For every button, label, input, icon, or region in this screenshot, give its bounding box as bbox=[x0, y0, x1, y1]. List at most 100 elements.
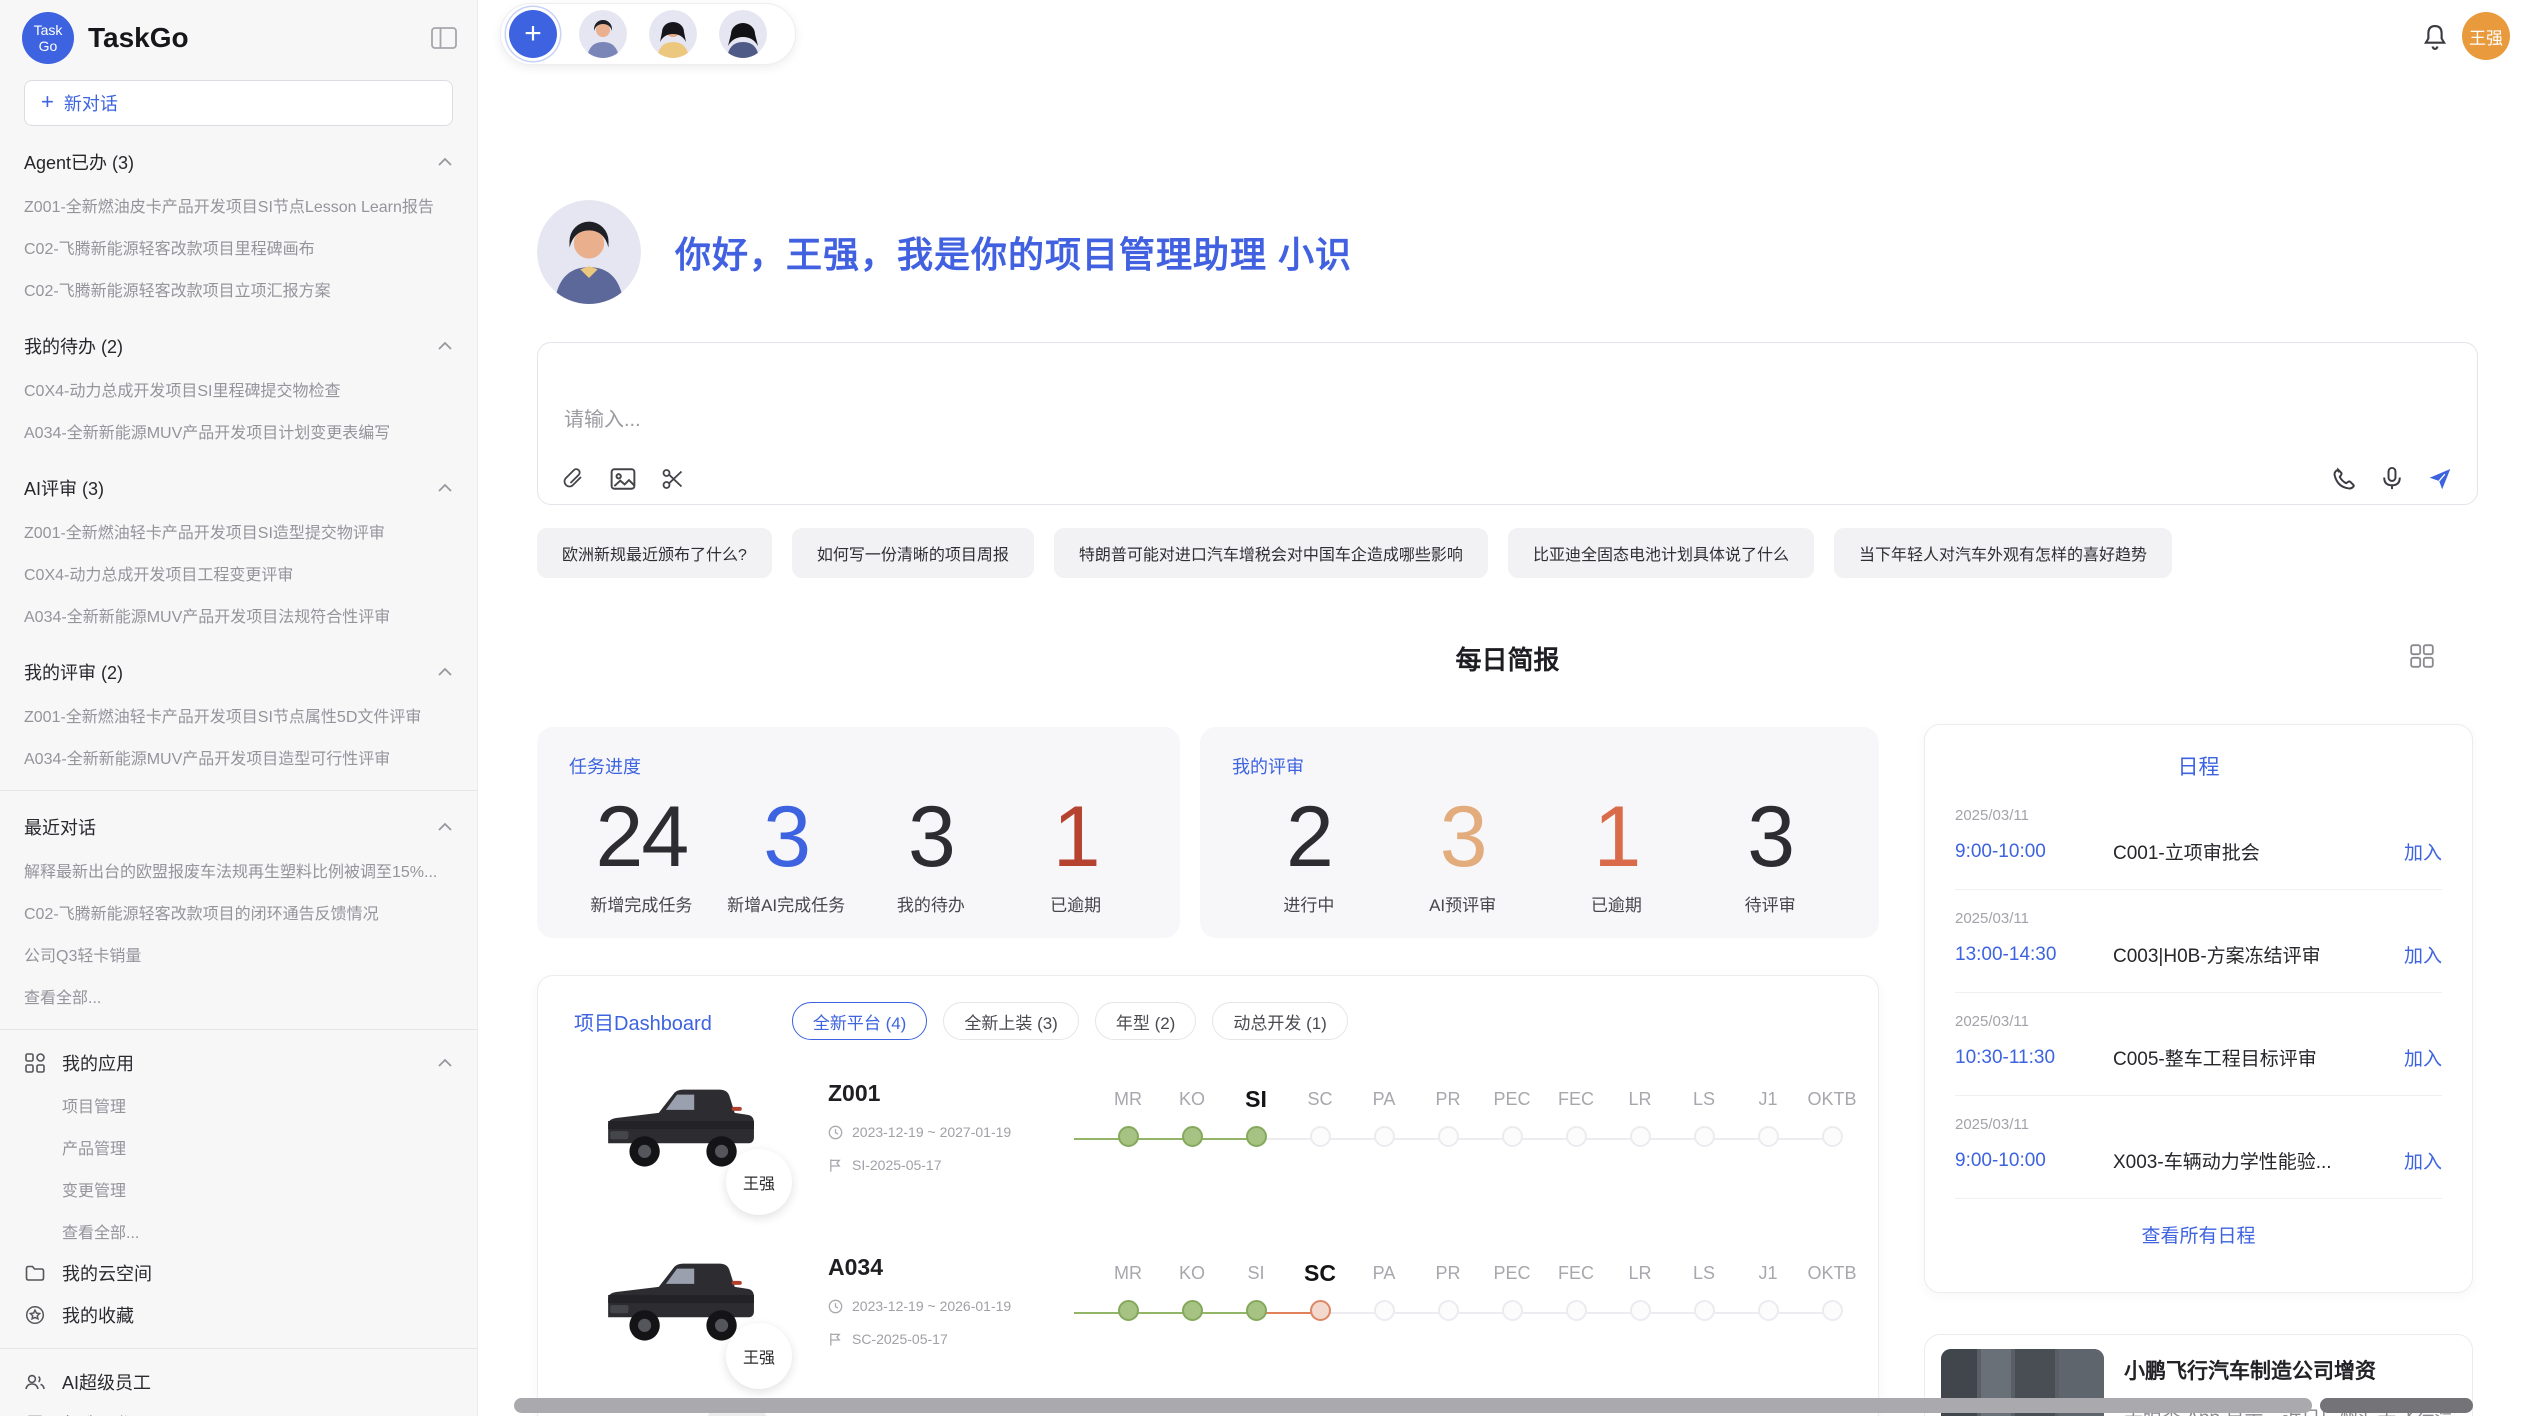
assistant-avatar-2[interactable] bbox=[649, 10, 697, 58]
attachment-icon[interactable] bbox=[560, 466, 586, 492]
milestone-timeline: MRKOSISCPAPRPECFECLRLSJ1OKTB bbox=[1096, 1234, 1864, 1326]
recent-chat-item[interactable]: 公司Q3轻卡销量 bbox=[24, 933, 453, 975]
recent-chat-item[interactable]: C02-飞腾新能源轻客改款项目的闭环通告反馈情况 bbox=[24, 891, 453, 933]
suggestion-chip[interactable]: 如何写一份清晰的项目周报 bbox=[792, 528, 1034, 578]
suggestion-chip[interactable]: 比亚迪全固态电池计划具体说了什么 bbox=[1508, 528, 1814, 578]
sidebar-item-cloud-space[interactable]: 我的云空间 bbox=[0, 1252, 477, 1294]
scissors-icon[interactable] bbox=[660, 466, 686, 492]
clock-icon bbox=[828, 1125, 843, 1140]
project-dates: 2023-12-19 ~ 2026-01-19 bbox=[852, 1298, 1011, 1314]
send-icon[interactable] bbox=[2427, 466, 2453, 492]
assistant-avatar-1[interactable] bbox=[579, 10, 627, 58]
horizontal-scrollbar-thumb-right[interactable] bbox=[2320, 1398, 2473, 1413]
sidebar: Task Go TaskGo + 新对话 Agent已办 (3) Z001-全新… bbox=[0, 0, 478, 1416]
tab-year-model[interactable]: 年型 (2) bbox=[1095, 1002, 1197, 1040]
schedule-date: 2025/03/11 bbox=[1955, 1116, 2442, 1133]
sidebar-item[interactable]: Z001-全新燃油皮卡产品开发项目SI节点Lesson Learn报告 bbox=[24, 184, 453, 226]
flag-icon bbox=[828, 1332, 843, 1347]
suggestion-chip[interactable]: 特朗普可能对进口汽车增税会对中国车企造成哪些影响 bbox=[1054, 528, 1488, 578]
view-all-apps-link[interactable]: 查看全部... bbox=[0, 1210, 477, 1252]
assistant-switcher: + bbox=[500, 3, 796, 65]
sidebar-item-project-mgmt[interactable]: 项目管理 bbox=[0, 1084, 477, 1126]
sidebar-item[interactable]: C0X4-动力总成开发项目工程变更评审 bbox=[24, 552, 453, 594]
section-my-todo[interactable]: 我的待办 (2) bbox=[24, 324, 453, 368]
schedule-event-title: C001-立项审批会 bbox=[2113, 838, 2404, 865]
sidebar-item[interactable]: C02-飞腾新能源轻客改款项目里程碑画布 bbox=[24, 226, 453, 268]
greeting-text: 你好，王强，我是你的项目管理助理 小识 bbox=[675, 226, 1352, 278]
sidebar-item-my-apps[interactable]: 我的应用 bbox=[0, 1042, 477, 1084]
add-assistant-button[interactable]: + bbox=[509, 10, 557, 58]
sidebar-item-ai-employee[interactable]: AI超级员工 bbox=[0, 1361, 477, 1403]
ai-employee-label: AI超级员工 bbox=[62, 1369, 151, 1395]
project-info: Z001 2023-12-19 ~ 2027-01-19 SI-2025-05-… bbox=[828, 1060, 1080, 1173]
schedule-item: 2025/03/11 10:30-11:30 C005-整车工程目标评审 加入 bbox=[1955, 993, 2442, 1096]
microphone-icon[interactable] bbox=[2379, 466, 2405, 492]
assistant-avatar-3[interactable] bbox=[719, 10, 767, 58]
join-meeting-link[interactable]: 加入 bbox=[2404, 1147, 2442, 1174]
section-recent-chats[interactable]: 最近对话 bbox=[24, 805, 453, 849]
view-all-chats-link[interactable]: 查看全部... bbox=[24, 975, 453, 1017]
section-my-review[interactable]: 我的评审 (2) bbox=[24, 650, 453, 694]
schedule-item: 2025/03/11 9:00-10:00 C001-立项审批会 加入 bbox=[1955, 787, 2442, 890]
app-title: TaskGo bbox=[88, 22, 189, 54]
sidebar-item[interactable]: A034-全新新能源MUV产品开发项目计划变更表编写 bbox=[24, 410, 453, 452]
dashboard-title: 项目Dashboard bbox=[574, 1007, 712, 1036]
message-input[interactable] bbox=[564, 409, 1764, 432]
view-all-schedule-link[interactable]: 查看所有日程 bbox=[1925, 1221, 2472, 1248]
sidebar-item-product-mgmt[interactable]: 产品管理 bbox=[0, 1126, 477, 1168]
project-thumbnail: 王强 bbox=[596, 1060, 758, 1187]
tab-powertrain[interactable]: 动总开发 (1) bbox=[1212, 1002, 1348, 1040]
project-row: 王强 A034 2023-12-19 ~ 2026-01-19 SC-2025-… bbox=[538, 1234, 1878, 1394]
plus-icon: + bbox=[41, 89, 54, 115]
stat-new-ai-done: 3 新增AI完成任务 bbox=[714, 787, 859, 916]
tab-all-new-platform[interactable]: 全新平台 (4) bbox=[792, 1002, 928, 1040]
stat-my-todo: 3 我的待办 bbox=[859, 787, 1004, 916]
star-badge-icon bbox=[24, 1305, 46, 1325]
chevron-up-icon bbox=[437, 341, 453, 351]
horizontal-scrollbar-thumb[interactable] bbox=[514, 1398, 2312, 1413]
join-meeting-link[interactable]: 加入 bbox=[2404, 838, 2442, 865]
suggestion-chip[interactable]: 当下年轻人对汽车外观有怎样的喜好趋势 bbox=[1834, 528, 2172, 578]
chevron-up-icon bbox=[437, 157, 453, 167]
task-progress-card: 任务进度 24 新增完成任务 3 新增AI完成任务 3 我的待办 1 已逾期 bbox=[537, 727, 1180, 938]
notifications-bell-icon[interactable] bbox=[2420, 22, 2450, 57]
sidebar-item[interactable]: Z001-全新燃油轻卡产品开发项目SI节点属性5D文件评审 bbox=[24, 694, 453, 736]
project-name: A034 bbox=[828, 1254, 1080, 1281]
recent-chat-item[interactable]: 解释最新出台的欧盟报废车法规再生塑料比例被调至15%... bbox=[24, 849, 453, 891]
sidebar-item-help-write[interactable]: 帮我写作 bbox=[0, 1403, 477, 1416]
sidebar-item[interactable]: A034-全新新能源MUV产品开发项目造型可行性评审 bbox=[24, 736, 453, 778]
sidebar-item-favorites[interactable]: 我的收藏 bbox=[0, 1294, 477, 1336]
layout-grid-icon[interactable] bbox=[2410, 644, 2434, 673]
logo-text-bottom: Go bbox=[39, 38, 58, 54]
message-composer[interactable] bbox=[537, 342, 2478, 505]
milestone-timeline: MRKOSISCPAPRPECFECLRLSJ1OKTB bbox=[1096, 1060, 1864, 1152]
join-meeting-link[interactable]: 加入 bbox=[2404, 1044, 2442, 1071]
stat-new-done: 24 新增完成任务 bbox=[569, 787, 714, 916]
sidebar-item[interactable]: Z001-全新燃油轻卡产品开发项目SI造型提交物评审 bbox=[24, 510, 453, 552]
schedule-event-title: X003-车辆动力学性能验... bbox=[2113, 1147, 2404, 1174]
logo-text-top: Task bbox=[34, 22, 63, 38]
user-avatar[interactable]: 王强 bbox=[2462, 12, 2510, 60]
sidebar-header: Task Go TaskGo bbox=[0, 0, 477, 68]
tab-new-body[interactable]: 全新上装 (3) bbox=[943, 1002, 1079, 1040]
phone-call-icon[interactable] bbox=[2331, 466, 2357, 492]
join-meeting-link[interactable]: 加入 bbox=[2404, 941, 2442, 968]
chevron-up-icon bbox=[437, 1058, 453, 1068]
section-ai-review[interactable]: AI评审 (3) bbox=[24, 466, 453, 510]
sidebar-item-change-mgmt[interactable]: 变更管理 bbox=[0, 1168, 477, 1210]
new-chat-button[interactable]: + 新对话 bbox=[24, 80, 453, 126]
sidebar-item[interactable]: C0X4-动力总成开发项目SI里程碑提交物检查 bbox=[24, 368, 453, 410]
schedule-time: 9:00-10:00 bbox=[1955, 841, 2113, 863]
schedule-title: 日程 bbox=[1925, 751, 2472, 781]
suggestion-chip[interactable]: 欧洲新规最近颁布了什么? bbox=[537, 528, 772, 578]
milestone-dots bbox=[1096, 1300, 1864, 1321]
project-dates: 2023-12-19 ~ 2027-01-19 bbox=[852, 1124, 1011, 1140]
image-upload-icon[interactable] bbox=[610, 466, 636, 492]
stat-in-progress: 2 进行中 bbox=[1232, 787, 1386, 916]
sidebar-collapse-icon[interactable] bbox=[431, 27, 457, 49]
section-agent-done[interactable]: Agent已办 (3) bbox=[24, 140, 453, 184]
sidebar-item[interactable]: C02-飞腾新能源轻客改款项目立项汇报方案 bbox=[24, 268, 453, 310]
greeting-block: 你好，王强，我是你的项目管理助理 小识 bbox=[537, 200, 1352, 304]
divider bbox=[0, 1348, 477, 1349]
sidebar-item[interactable]: A034-全新新能源MUV产品开发项目法规符合性评审 bbox=[24, 594, 453, 636]
